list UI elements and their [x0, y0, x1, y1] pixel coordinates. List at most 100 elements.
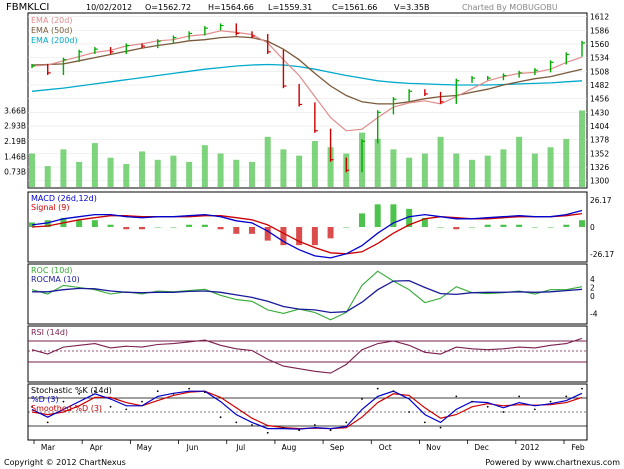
- low-value: L=1559.31: [268, 3, 312, 12]
- volume-bar: [311, 141, 318, 187]
- macd-histogram-bar: [437, 227, 444, 228]
- macd-histogram-bar: [516, 224, 523, 227]
- legend-ema50: EMA (50d): [31, 26, 72, 35]
- macd-histogram-bar: [217, 227, 224, 230]
- volume-bar: [201, 145, 208, 187]
- macd-y-ticks: 26.17 0 -26.17: [590, 196, 614, 259]
- stochastic-k-point: [172, 392, 175, 395]
- macd-tick-label: 26.17: [590, 196, 612, 205]
- volume-bar: [170, 155, 177, 187]
- price-tick-label: 1404: [590, 122, 609, 131]
- stochastic-k-point: [376, 387, 379, 390]
- stochastic-k-point: [502, 411, 505, 413]
- volume-bar: [406, 157, 413, 187]
- x-axis-label: Jul: [235, 443, 245, 452]
- x-axis-label: Apr: [90, 443, 104, 452]
- macd-histogram-bar: [469, 227, 475, 228]
- stochastic-k-point: [423, 421, 426, 424]
- stochastic-k-point: [533, 408, 536, 411]
- volume-tick-label: 2.93B: [4, 122, 26, 131]
- price-tick-label: 1482: [590, 81, 609, 90]
- volume-bar: [186, 161, 193, 187]
- price-tick-label: 1612: [590, 13, 609, 22]
- macd-histogram-bar: [170, 227, 177, 228]
- macd-histogram-bar: [233, 227, 240, 234]
- legend-stoch-d: %D (3): [31, 395, 59, 404]
- stochastic-k-point: [565, 395, 568, 398]
- macd-histogram-bar: [76, 220, 83, 227]
- stochastic-k-point: [62, 400, 65, 403]
- volume-bar: [500, 149, 507, 187]
- macd-histogram-bar: [579, 220, 585, 227]
- macd-tick-label: -26.17: [590, 250, 614, 259]
- stochastic-k-point: [219, 416, 222, 419]
- volume-bar: [469, 159, 475, 187]
- volume-y-ticks: 3.66B 2.93B 2.19B 1.46B 0.73B: [4, 106, 26, 176]
- stochastic-k-point: [361, 398, 363, 400]
- price-y-ticks: 1612 1586 1560 1534 1508 1482 1456 1430 1404 1378…: [590, 13, 609, 186]
- volume-bar: [139, 151, 145, 187]
- stochastic-k-point: [156, 390, 159, 393]
- roc-y-ticks: 420-4: [590, 275, 598, 318]
- macd-histogram-bar: [531, 227, 538, 228]
- legend-ema20: EMA (20d): [31, 16, 72, 25]
- macd-histogram-bar: [311, 227, 318, 246]
- volume-bar: [60, 149, 67, 187]
- stochastic-k-point: [266, 431, 269, 434]
- legend-stoch-smooth: Smoothed %D (3): [31, 404, 102, 413]
- x-axis-labels: Mar Apr May Jun Jul Aug Sep Oct Nov Dec 2012 Feb: [33, 440, 585, 452]
- legend-stoch-k: Stochastic %K (14d): [31, 386, 112, 395]
- volume-bar: [453, 153, 460, 187]
- legend-macd: MACD (26d,12d): [31, 194, 97, 203]
- x-axis-label: Dec: [474, 443, 489, 452]
- x-axis-label: 2012: [520, 443, 539, 452]
- macd-histogram-bar: [484, 224, 491, 227]
- volume-bar: [44, 166, 51, 187]
- macd-histogram-bar: [327, 227, 334, 239]
- macd-histogram-bar: [500, 224, 507, 227]
- chart-credit: Charted By MOBUGOBU: [462, 3, 558, 12]
- macd-histogram-bar: [107, 224, 114, 227]
- macd-histogram-bar: [186, 224, 193, 227]
- volume-bar: [91, 143, 98, 187]
- macd-histogram-bar: [201, 224, 208, 227]
- date-label: 10/02/2012: [86, 3, 132, 12]
- volume-tick-label: 1.46B: [4, 152, 26, 161]
- macd-histogram-bar: [453, 227, 460, 230]
- volume-bar: [563, 138, 570, 187]
- x-axis-label: Jun: [186, 443, 199, 452]
- close-value: C=1561.66: [332, 3, 377, 12]
- footer-copyright: Copyright © 2012 ChartNexus: [4, 458, 126, 467]
- roc-legend: ROC (10d) ROCMA (10): [31, 266, 80, 284]
- volume-bar: [531, 153, 538, 187]
- volume-bar: [437, 136, 444, 187]
- stochastic-k-point: [471, 400, 473, 403]
- price-tick-label: 1560: [590, 40, 609, 49]
- stochastic-k-point: [313, 424, 316, 426]
- stochastic-k-point: [518, 395, 521, 398]
- macd-histogram-bar: [123, 227, 130, 230]
- volume-bar: [547, 147, 554, 187]
- volume-bar: [154, 159, 161, 187]
- stochastic-k-point: [109, 405, 112, 408]
- volume-bar: [217, 153, 224, 187]
- roc-tick-label: 0: [590, 292, 595, 301]
- stochastic-k-point: [439, 426, 442, 429]
- stochastic-k-point: [408, 411, 411, 413]
- volume-bar: [374, 138, 381, 187]
- x-axis-label: Feb: [571, 443, 585, 452]
- price-tick-label: 1456: [590, 95, 609, 104]
- x-axis-label: Nov: [426, 443, 441, 452]
- macd-histogram-bar: [154, 227, 161, 228]
- rsi-panel-frame: [27, 325, 588, 383]
- roc-tick-label: -4: [590, 309, 598, 318]
- stochastic-k-point: [455, 395, 458, 398]
- x-axis-label: Aug: [282, 443, 297, 452]
- volume-bar: [280, 149, 287, 187]
- macd-histogram-bar: [264, 227, 271, 241]
- rsi-legend: RSI (14d): [31, 328, 68, 337]
- x-axis-label: Sep: [330, 443, 344, 452]
- price-tick-label: 1534: [590, 54, 609, 63]
- price-tick-label: 1352: [590, 149, 609, 158]
- volume-bar: [421, 153, 428, 187]
